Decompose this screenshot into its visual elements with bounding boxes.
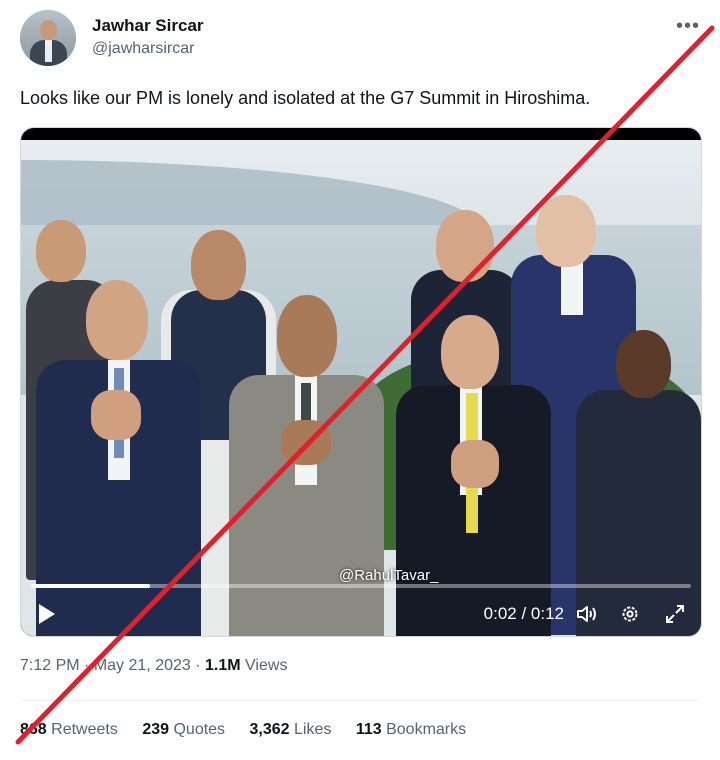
settings-gear-icon[interactable] [620,604,640,624]
tweet-text: Looks like our PM is lonely and isolated… [20,88,591,108]
quotes-stat[interactable]: 239 Quotes [142,721,225,738]
quotes-label: Quotes [173,721,226,738]
video-progress-bar[interactable] [31,584,691,588]
tweet-meta: 7:12 PM · May 21, 2023 · 1.1M Views [20,657,287,675]
video-watermark: @RahulTavar_ [339,567,439,584]
tweet-header: Jawhar Sircar @jawharsircar ••• [20,10,700,70]
video-progress-fill [31,584,150,588]
fullscreen-icon[interactable] [665,604,685,624]
author-name[interactable]: Jawhar Sircar [92,16,204,36]
video-time: 0:02 / 0:12 [483,604,564,623]
likes-stat[interactable]: 3,362 Likes [250,721,332,738]
meta-separator: · [195,657,201,674]
author-handle[interactable]: @jawharsircar [92,40,194,58]
play-icon[interactable] [39,604,55,624]
video-player[interactable]: @RahulTavar_ 0:02 / 0:12 [20,127,702,637]
video-controls: 0:02 / 0:12 [21,598,701,636]
retweets-label: Retweets [51,721,118,738]
more-horizontal-icon[interactable]: ••• [676,16,700,36]
volume-icon[interactable] [576,604,598,624]
avatar[interactable] [20,10,76,66]
engagement-stats: 868 Retweets 239 Quotes 3,362 Likes 113 … [20,721,486,739]
meta-separator: · [84,657,90,674]
divider [20,700,700,701]
tweet-time[interactable]: 7:12 PM [20,657,80,674]
views-count: 1.1M [205,657,241,674]
bookmarks-stat[interactable]: 113 Bookmarks [356,721,466,738]
video-frame[interactable]: @RahulTavar_ 0:02 / 0:12 [21,140,701,636]
retweets-stat[interactable]: 868 Retweets [20,721,118,738]
likes-count: 3,362 [249,721,290,738]
retweets-count: 868 [20,721,47,738]
bookmarks-count: 113 [355,721,382,738]
bookmarks-label: Bookmarks [386,721,467,738]
views-label: Views [245,657,288,674]
likes-label: Likes [294,721,332,738]
tweet-date[interactable]: May 21, 2023 [94,657,191,674]
quotes-count: 239 [142,721,170,738]
